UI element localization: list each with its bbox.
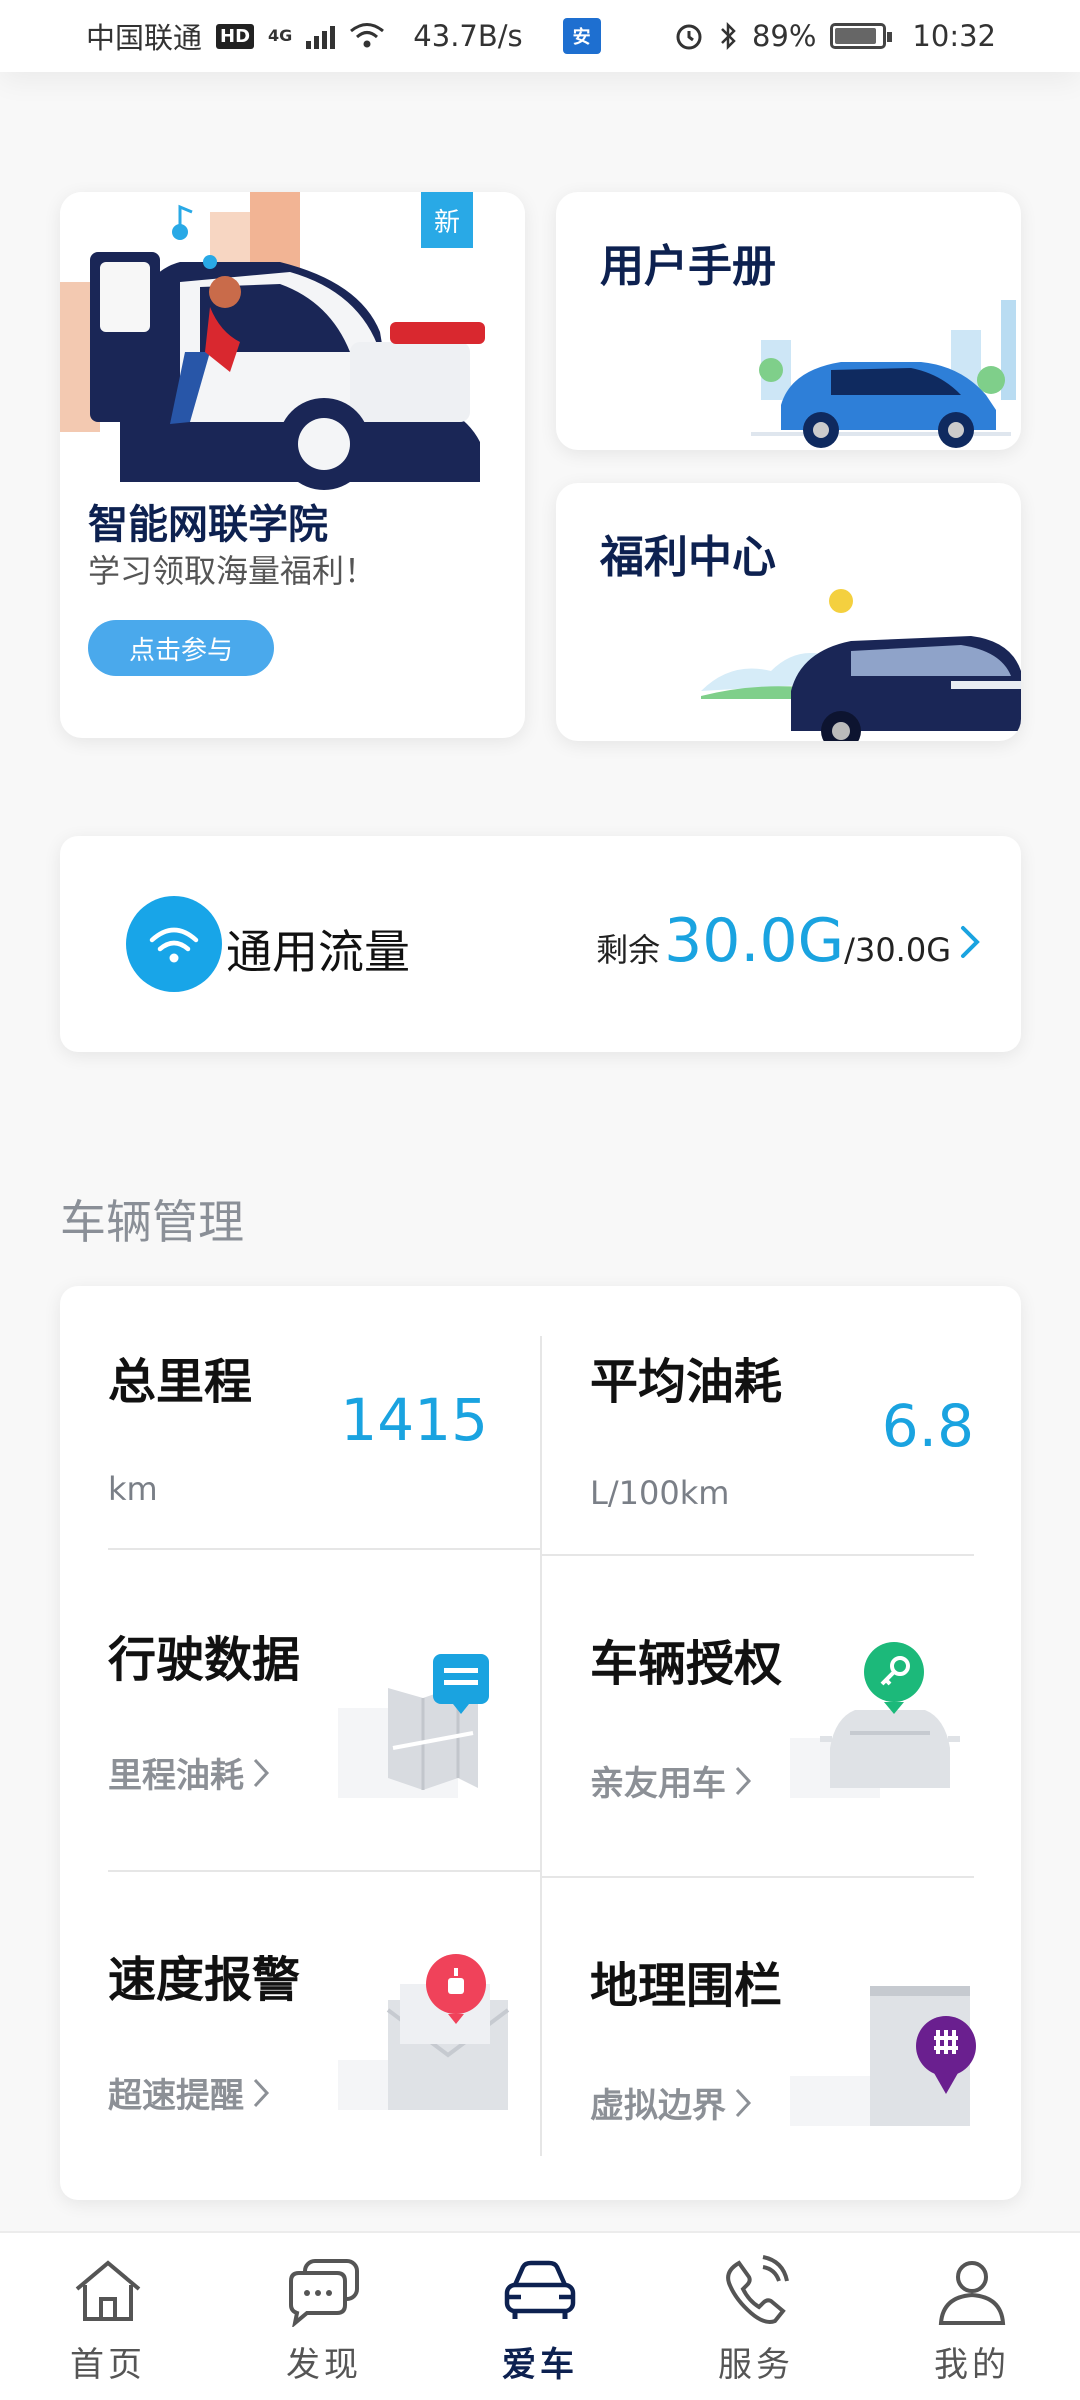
phone-icon bbox=[726, 2255, 789, 2324]
signal-icon bbox=[306, 23, 336, 49]
authorization-link-label: 亲友用车 bbox=[590, 1764, 726, 1804]
speed-alert-cell[interactable]: 速度报警 超速提醒 bbox=[108, 1940, 548, 2140]
nav-my-car[interactable]: 爱车 bbox=[450, 2255, 630, 2386]
mileage-title: 总里程 bbox=[108, 1354, 253, 1410]
chevron-right-icon bbox=[961, 926, 980, 958]
bottom-navigation: 首页 发现 爱车 服务 我的 bbox=[0, 2231, 1080, 2400]
academy-card[interactable]: 新 智能网联学院 学习领取海量福利！ 点击参与 bbox=[60, 192, 525, 738]
vehicle-management-card: 总里程 1415 km 平均油耗 6.8 L/100km 行驶数据 里程油耗 车… bbox=[60, 1286, 1021, 2200]
academy-subtitle: 学习领取海量福利！ bbox=[88, 552, 377, 590]
geofence-title: 地理围栏 bbox=[590, 1958, 783, 2014]
total-mileage-cell[interactable]: 总里程 1415 km bbox=[108, 1342, 548, 1522]
network-type: 4G bbox=[268, 26, 293, 45]
speed-alert-link-label: 超速提醒 bbox=[108, 2076, 244, 2116]
car-icon bbox=[504, 2260, 576, 2319]
authorization-link[interactable]: 亲友用车 bbox=[590, 1756, 752, 1805]
battery-percent: 89% bbox=[751, 19, 817, 53]
grid-divider bbox=[542, 1554, 974, 1556]
status-right: 89% 10:32 bbox=[674, 19, 996, 53]
clock: 10:32 bbox=[912, 19, 996, 53]
welfare-center-title: 福利中心 bbox=[600, 532, 776, 583]
nav-home[interactable]: 首页 bbox=[18, 2255, 198, 2386]
total-data: /30.0G bbox=[844, 931, 951, 969]
driving-data-cell[interactable]: 行驶数据 里程油耗 bbox=[108, 1620, 548, 1820]
driving-data-link-label: 里程油耗 bbox=[108, 1756, 244, 1796]
driving-data-title: 行驶数据 bbox=[108, 1632, 301, 1688]
grid-divider bbox=[542, 1876, 974, 1878]
nav-me[interactable]: 我的 bbox=[882, 2255, 1062, 2386]
mileage-unit: km bbox=[108, 1470, 158, 1508]
status-left: 中国联通 HD 4G 43.7B/s 安 bbox=[86, 15, 601, 57]
remaining-value: 30.0G bbox=[664, 906, 845, 976]
speed-alert-title: 速度报警 bbox=[108, 1952, 301, 2008]
wifi-status-icon bbox=[350, 23, 385, 48]
car-key-icon bbox=[790, 1642, 960, 1798]
speed-alert-link[interactable]: 超速提醒 bbox=[108, 2068, 270, 2117]
wifi-icon bbox=[126, 896, 222, 992]
user-manual-card[interactable]: 用户手册 bbox=[556, 192, 1021, 450]
network-speed: 43.7B/s bbox=[413, 19, 523, 53]
welfare-center-card[interactable]: 福利中心 bbox=[556, 483, 1021, 741]
fuel-unit: L/100km bbox=[590, 1474, 730, 1512]
alert-mail-icon bbox=[338, 1954, 510, 2110]
academy-title: 智能网联学院 bbox=[88, 502, 328, 548]
fuel-value: 6.8 bbox=[881, 1392, 974, 1460]
app-notification-icon: 安 bbox=[562, 18, 601, 54]
nav-me-label: 我的 bbox=[934, 2345, 1010, 2385]
grid-divider bbox=[108, 1870, 540, 1872]
nav-home-label: 首页 bbox=[70, 2345, 146, 2385]
authorization-title: 车辆授权 bbox=[590, 1636, 783, 1692]
avg-fuel-cell[interactable]: 平均油耗 6.8 L/100km bbox=[590, 1342, 1021, 1522]
geofence-link-label: 虚拟边界 bbox=[590, 2086, 726, 2126]
navy-car-illustration bbox=[701, 589, 1021, 741]
alarm-icon bbox=[676, 24, 702, 50]
geofence-cell[interactable]: 地理围栏 虚拟边界 bbox=[590, 1946, 1021, 2146]
driving-data-link[interactable]: 里程油耗 bbox=[108, 1748, 270, 1797]
chevron-right-icon bbox=[735, 1766, 752, 1795]
chevron-right-icon bbox=[735, 2088, 752, 2117]
chat-icon bbox=[289, 2259, 359, 2327]
status-bar: 中国联通 HD 4G 43.7B/s 安 89% 10:32 bbox=[0, 0, 1080, 72]
fuel-title: 平均油耗 bbox=[590, 1354, 783, 1410]
nav-service[interactable]: 服务 bbox=[666, 2255, 846, 2386]
bluetooth-icon bbox=[721, 21, 736, 51]
fence-location-icon bbox=[790, 1986, 976, 2126]
carrier-label: 中国联通 bbox=[86, 21, 203, 55]
nav-discover-label: 发现 bbox=[286, 2345, 362, 2385]
nav-service-label: 服务 bbox=[718, 2345, 794, 2385]
nav-discover[interactable]: 发现 bbox=[234, 2255, 414, 2386]
chevron-right-icon bbox=[253, 2078, 270, 2107]
new-badge: 新 bbox=[421, 192, 473, 248]
app-screen: 中国联通 HD 4G 43.7B/s 安 89% 10:32 新 智能网联学院 … bbox=[0, 0, 1080, 2400]
grid-divider bbox=[108, 1548, 540, 1550]
join-button[interactable]: 点击参与 bbox=[88, 620, 274, 676]
data-plan-label: 通用流量 bbox=[226, 925, 410, 979]
vehicle-authorization-cell[interactable]: 车辆授权 亲友用车 bbox=[590, 1624, 1021, 1824]
home-icon bbox=[75, 2260, 141, 2321]
geofence-link[interactable]: 虚拟边界 bbox=[590, 2078, 752, 2127]
nav-my-car-label: 爱车 bbox=[502, 2345, 578, 2385]
vehicle-management-heading: 车辆管理 bbox=[60, 1195, 244, 1249]
data-plan-card[interactable]: 通用流量 剩余 30.0G /30.0G bbox=[60, 836, 1021, 1052]
mileage-value: 1415 bbox=[340, 1386, 488, 1454]
user-icon bbox=[938, 2261, 1006, 2325]
data-remaining: 剩余 30.0G /30.0G bbox=[596, 906, 951, 976]
battery-icon bbox=[830, 23, 893, 49]
remaining-label: 剩余 bbox=[596, 931, 661, 969]
user-manual-title: 用户手册 bbox=[600, 241, 776, 292]
map-icon bbox=[338, 1654, 489, 1798]
blue-car-illustration bbox=[751, 300, 1016, 448]
hd-badge: HD bbox=[216, 23, 255, 49]
chevron-right-icon bbox=[253, 1758, 270, 1787]
